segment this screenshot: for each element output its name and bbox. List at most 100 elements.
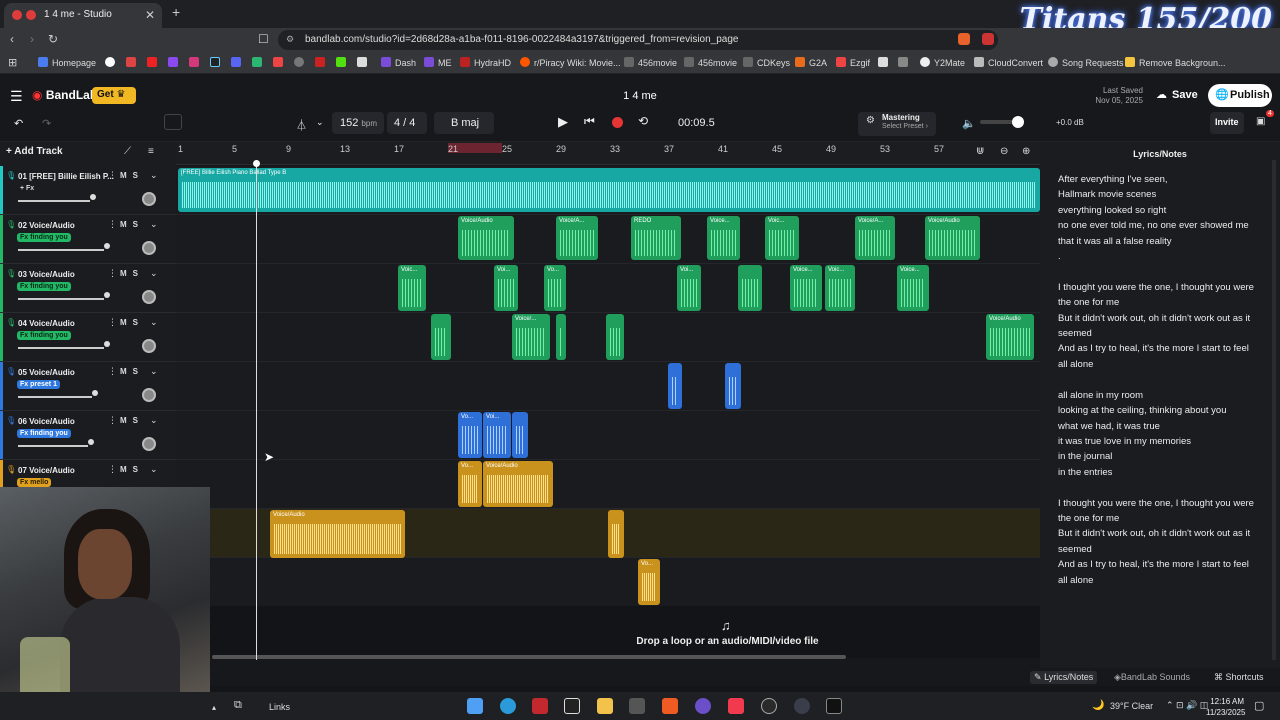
project-title[interactable]: 1 4 me xyxy=(610,90,670,102)
audio-clip[interactable]: Voi... xyxy=(494,265,518,311)
audio-clip[interactable] xyxy=(738,265,762,311)
track-volume-slider[interactable] xyxy=(18,200,90,202)
epic-games-icon[interactable] xyxy=(826,698,842,714)
bookmark-app6-icon[interactable] xyxy=(878,57,892,68)
forward-icon[interactable]: › xyxy=(30,32,34,46)
bookmark-456movie-1[interactable]: 456movie xyxy=(624,57,677,68)
track-name[interactable]: 07 Voice/Audio xyxy=(18,466,75,475)
track-fx-badge[interactable]: Fx finding you xyxy=(17,429,71,438)
track-lane[interactable] xyxy=(176,460,1040,509)
track-expand-icon[interactable]: ⌄ xyxy=(150,317,158,328)
lyrics-notes-tab[interactable]: ✎ Lyrics/Notes xyxy=(1030,671,1098,684)
app-circle-icon[interactable] xyxy=(761,698,777,714)
audio-clip[interactable]: Voice/... xyxy=(512,314,550,360)
mute-solo-buttons[interactable]: MS xyxy=(120,416,144,425)
track-pan-knob[interactable] xyxy=(142,290,156,304)
audio-clip[interactable]: Vo... xyxy=(544,265,566,311)
save-button[interactable]: ☁ Save xyxy=(1150,84,1202,107)
track-menu-icon[interactable]: ⋮ xyxy=(108,268,117,279)
metronome-dropdown-icon[interactable]: ⌄ xyxy=(316,117,324,128)
file-explorer-icon[interactable] xyxy=(597,698,613,714)
zoom-in-icon[interactable]: ⊕ xyxy=(1022,146,1030,157)
bookmark-dash[interactable]: Dash xyxy=(381,57,416,68)
track-expand-icon[interactable]: ⌄ xyxy=(150,366,158,377)
audio-clip[interactable]: Vo... xyxy=(638,559,660,605)
panel-toggle-icon[interactable] xyxy=(164,114,182,130)
loop-button[interactable]: ⟲ xyxy=(638,114,648,128)
track-menu-icon[interactable]: ⋮ xyxy=(108,464,117,475)
shortcuts-button[interactable]: ⌘ Shortcuts xyxy=(1214,672,1264,683)
add-track-button[interactable]: + Add Track xyxy=(6,146,63,157)
track-volume-knob[interactable] xyxy=(104,243,110,249)
bookmark-discord-icon[interactable] xyxy=(231,57,245,68)
track-name[interactable]: 02 Voice/Audio xyxy=(18,221,75,230)
track-pan-knob[interactable] xyxy=(142,241,156,255)
audio-clip[interactable]: Voi... xyxy=(677,265,701,311)
master-volume-knob[interactable] xyxy=(1012,116,1024,128)
mute-solo-buttons[interactable]: MS xyxy=(120,367,144,376)
bookmark-app7-icon[interactable] xyxy=(898,57,912,68)
bookmark-ezgif[interactable]: Ezgif xyxy=(836,57,870,68)
site-info-icon[interactable]: ⚙ xyxy=(286,34,294,45)
track-fx-badge[interactable]: Fx mello xyxy=(17,478,52,487)
audio-clip[interactable] xyxy=(725,363,741,409)
redo-icon[interactable]: ↷ xyxy=(42,117,51,130)
mute-solo-buttons[interactable]: MS xyxy=(120,220,144,229)
browser-tab[interactable]: 1 4 me - Studio ✕ xyxy=(4,3,162,28)
bookmark-hydrahd[interactable]: HydraHD xyxy=(460,57,511,68)
notifications-icon[interactable]: ▣ xyxy=(1256,116,1265,127)
audio-clip[interactable] xyxy=(608,510,624,558)
bookmark-gmail-icon[interactable] xyxy=(126,57,140,68)
weather-text[interactable]: 39°F Clear xyxy=(1110,701,1153,711)
audio-clip[interactable]: Voice/Audio xyxy=(458,216,514,260)
bookmark-cdkeys[interactable]: CDKeys xyxy=(743,57,790,68)
task-view-icon[interactable]: ⧉ xyxy=(234,699,242,712)
audio-clip[interactable] xyxy=(606,314,624,360)
track-lane[interactable] xyxy=(176,558,1040,607)
bookmark-app3-icon[interactable] xyxy=(294,57,308,68)
mute-solo-buttons[interactable]: MS xyxy=(120,318,144,327)
taskbar-expand-icon[interactable]: ▴ xyxy=(212,703,216,712)
bookmark-g2a[interactable]: G2A xyxy=(795,57,827,68)
mute-solo-buttons[interactable]: MS xyxy=(120,171,144,180)
track-volume-slider[interactable] xyxy=(18,396,92,398)
bookmark-remove-background[interactable]: Remove Backgroun... xyxy=(1125,57,1226,68)
apps-grid-icon[interactable]: ⊞ xyxy=(8,56,17,69)
playhead-handle[interactable] xyxy=(253,160,260,167)
track-expand-icon[interactable]: ⌄ xyxy=(150,464,158,475)
play-button[interactable]: ▶ xyxy=(558,114,568,130)
horizontal-scrollbar[interactable] xyxy=(212,655,846,659)
undo-icon[interactable]: ↶ xyxy=(14,117,23,130)
track-row[interactable]: 🎙 04 Voice/Audio Fx finding you MS ⌄ ⋮ xyxy=(0,313,176,362)
bookmark-instagram-icon[interactable] xyxy=(189,57,203,68)
track-row[interactable]: 🎙 03 Voice/Audio Fx finding you MS ⌄ ⋮ xyxy=(0,264,176,313)
taskbar-clock[interactable]: 12:16 AM 11/23/2025 xyxy=(1206,696,1245,718)
track-menu-icon[interactable]: ⋮ xyxy=(108,366,117,377)
track-name[interactable]: 01 [FREE] Billie Eilish P... xyxy=(18,172,114,181)
audio-clip[interactable]: Vo... xyxy=(458,461,482,507)
track-row[interactable]: 🎙 06 Voice/Audio Fx finding you MS ⌄ ⋮ xyxy=(0,411,176,460)
audio-clip[interactable]: REDO xyxy=(631,216,681,260)
zoom-out-icon[interactable]: ⊖ xyxy=(1000,146,1008,157)
track-pan-knob[interactable] xyxy=(142,339,156,353)
track-volume-knob[interactable] xyxy=(88,439,94,445)
lyrics-text[interactable]: After everything I've seen, Hallmark mov… xyxy=(1058,172,1258,588)
audio-clip[interactable]: Voice... xyxy=(897,265,929,311)
get-membership-button[interactable]: Get ♛ xyxy=(92,87,136,104)
track-pan-knob[interactable] xyxy=(142,437,156,451)
back-icon[interactable]: ‹ xyxy=(10,32,14,46)
track-volume-knob[interactable] xyxy=(92,390,98,396)
track-pan-knob[interactable] xyxy=(142,388,156,402)
track-settings-icon[interactable]: ≡ xyxy=(148,146,154,157)
bookmark-cloudconvert[interactable]: CloudConvert xyxy=(974,57,1043,68)
automation-icon[interactable]: ⟋ xyxy=(124,146,131,157)
audio-clip[interactable]: Voice... xyxy=(707,216,740,260)
bookmark-piracy-wiki[interactable]: r/Piracy Wiki: Movie... xyxy=(520,57,621,68)
bookmark-homepage[interactable]: Homepage xyxy=(38,57,96,68)
audio-clip[interactable] xyxy=(556,314,566,360)
audio-clip[interactable]: Voice/Audio xyxy=(483,461,553,507)
track-name[interactable]: 03 Voice/Audio xyxy=(18,270,75,279)
metronome-icon[interactable]: ⏃ xyxy=(296,117,307,133)
publish-button[interactable]: 🌐 Publish xyxy=(1208,84,1272,107)
track-expand-icon[interactable]: ⌄ xyxy=(150,170,158,181)
